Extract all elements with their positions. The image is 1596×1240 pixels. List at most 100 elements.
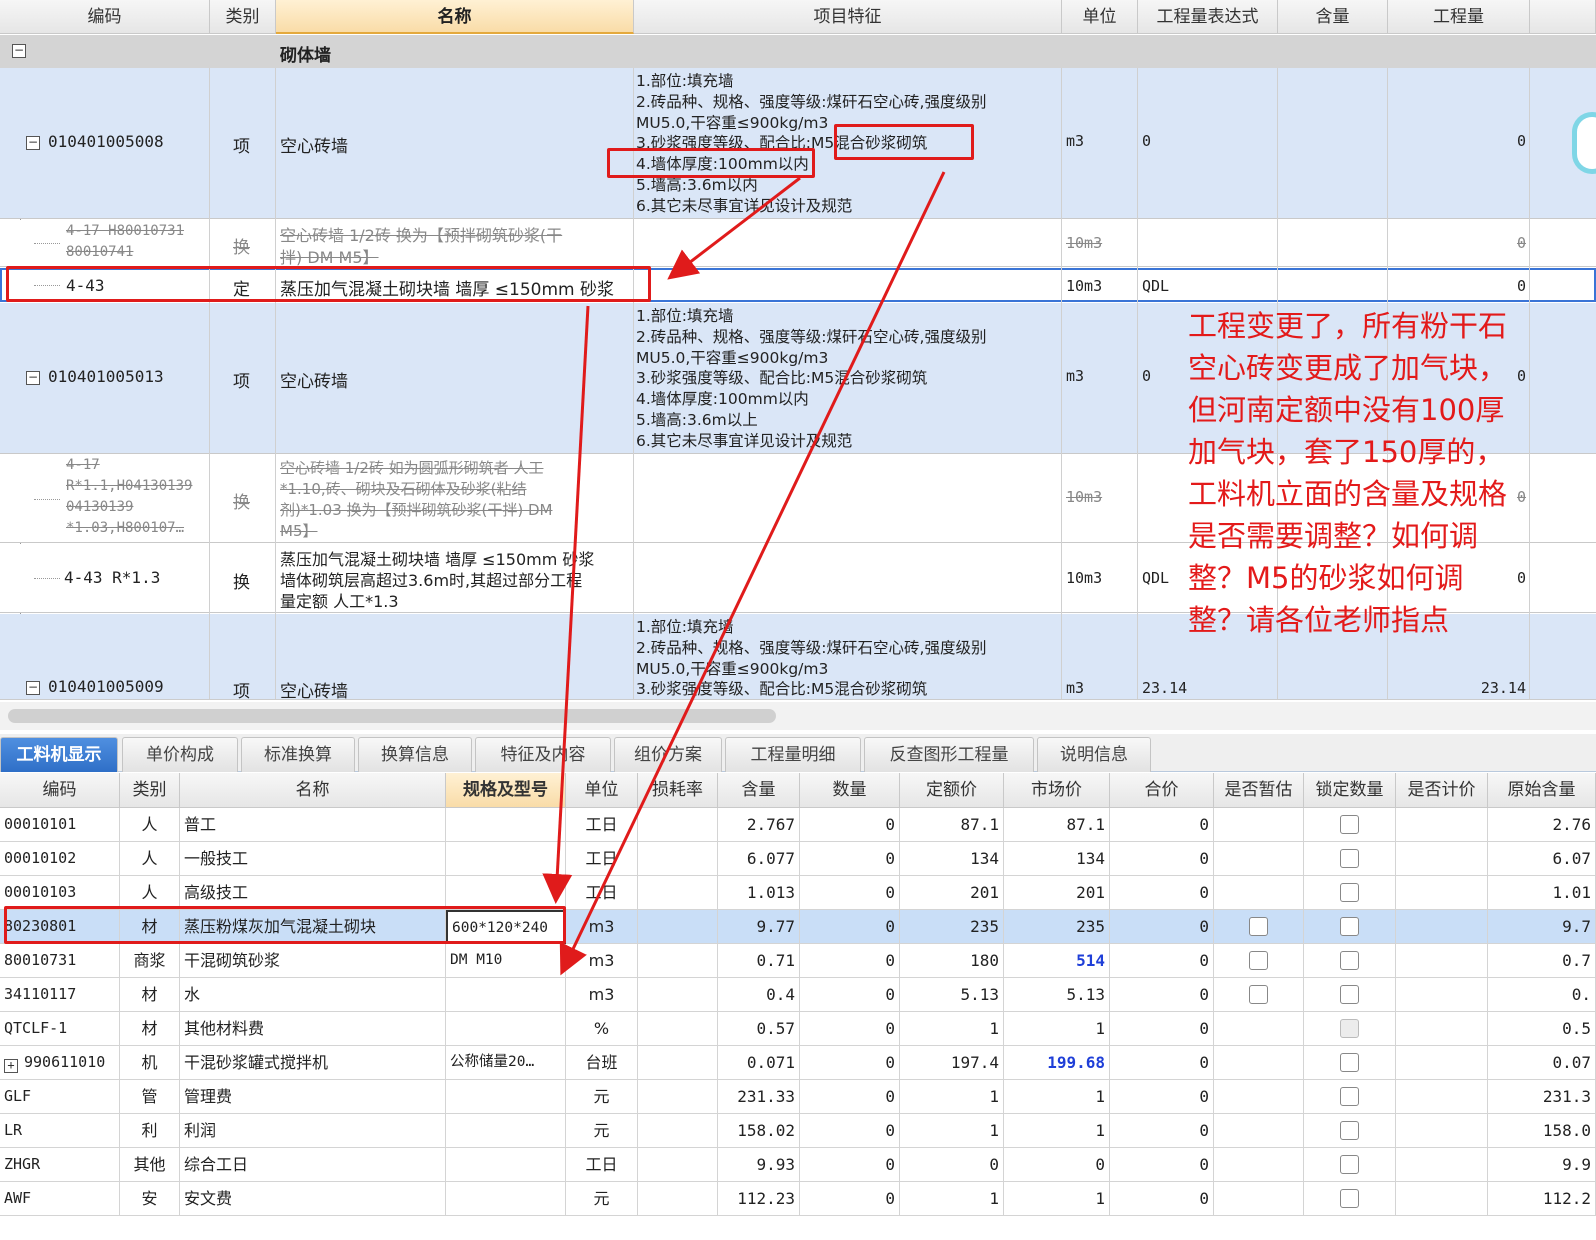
resource-row[interactable]: +990611010 机干混砂浆罐式搅拌机 公称储量20… 台班 0.071 0 197.4… [0,1046,1596,1080]
cell-content[interactable]: 112.23 [718,1182,800,1216]
resource-row[interactable]: 00010103 人高级技工 工日 1.013 0 201 201 0 1.01 [0,876,1596,910]
cell-content[interactable]: 1.013 [718,876,800,910]
cell-spec[interactable] [446,1080,566,1114]
cell-content[interactable]: 231.33 [718,1080,800,1114]
header-quantity[interactable]: 工程量 [1388,0,1530,34]
cell-content[interactable]: 9.93 [718,1148,800,1182]
lock-quantity-checkbox[interactable] [1340,1188,1359,1208]
tab-reverse-check[interactable]: 反查图形工程量 [864,737,1034,772]
bheader-type[interactable]: 类别 [120,773,180,808]
cell-prov[interactable] [1214,944,1304,978]
cell-lock[interactable] [1304,1012,1396,1046]
header-code[interactable]: 编码 [0,0,210,34]
row-expression[interactable]: 0 [1142,367,1151,385]
cell-prov[interactable] [1214,978,1304,1012]
cell-market[interactable]: 1 [1004,1114,1110,1148]
cell-lock[interactable] [1304,1080,1396,1114]
row-features[interactable]: 1.部位:填充墙 2.砖品种、规格、强度等级:煤矸石空心砖,强度级别 MU5.0… [636,306,986,452]
tab-features-content[interactable]: 特征及内容 [475,737,611,772]
cell-spec[interactable] [446,808,566,842]
row-name[interactable]: 空心砖墙 [280,677,348,699]
cell-content[interactable]: 0.4 [718,978,800,1012]
lock-quantity-checkbox[interactable] [1340,984,1359,1004]
lock-quantity-checkbox[interactable] [1340,916,1359,936]
cell-spec[interactable] [446,1182,566,1216]
cell-content[interactable]: 0.71 [718,944,800,978]
cell-spec[interactable] [446,842,566,876]
cell-prov[interactable] [1214,1148,1304,1182]
cell-prov[interactable] [1214,808,1304,842]
lock-quantity-checkbox[interactable] [1340,1154,1359,1174]
bheader-code[interactable]: 编码 [0,773,120,808]
bheader-name[interactable]: 名称 [180,773,446,808]
cell-lock[interactable] [1304,944,1396,978]
bheader-provisional[interactable]: 是否暂估 [1214,773,1304,808]
header-content[interactable]: 含量 [1278,0,1388,34]
cell-spec[interactable] [446,1012,566,1046]
cell-market[interactable]: 87.1 [1004,808,1110,842]
provisional-checkbox[interactable] [1249,984,1268,1004]
cell-lock[interactable] [1304,910,1396,944]
bheader-original-content[interactable]: 原始含量 [1488,773,1596,808]
bheader-quota-price[interactable]: 定额价 [900,773,1004,808]
cell-spec[interactable] [446,1148,566,1182]
cell-prov[interactable] [1214,1080,1304,1114]
lock-quantity-checkbox[interactable] [1340,1120,1359,1140]
header-type[interactable]: 类别 [210,0,276,34]
cell-content[interactable]: 0.071 [718,1046,800,1080]
cell-lock[interactable] [1304,1046,1396,1080]
lock-quantity-checkbox[interactable] [1340,1086,1359,1106]
header-name[interactable]: 名称 [276,0,634,34]
cell-lock[interactable] [1304,1182,1396,1216]
resource-row[interactable]: 00010101 人普工 工日 2.767 0 87.1 87.1 0 2.76 [0,808,1596,842]
cell-market[interactable]: 199.68 [1004,1046,1110,1080]
bheader-lock-quantity[interactable]: 锁定数量 [1304,773,1396,808]
cell-lock[interactable] [1304,1148,1396,1182]
bheader-count[interactable]: 数量 [800,773,900,808]
horizontal-scrollbar[interactable] [0,702,1596,730]
collapse-toggle-icon[interactable]: − [26,136,40,150]
cell-content[interactable]: 158.02 [718,1114,800,1148]
header-unit[interactable]: 单位 [1062,0,1138,34]
bheader-content[interactable]: 含量 [718,773,800,808]
header-expression[interactable]: 工程量表达式 [1138,0,1278,34]
bheader-market-price[interactable]: 市场价 [1004,773,1110,808]
lock-quantity-checkbox[interactable] [1340,1018,1359,1038]
lock-quantity-checkbox[interactable] [1340,814,1359,834]
tab-description[interactable]: 说明信息 [1037,737,1151,772]
cell-lock[interactable] [1304,808,1396,842]
cell-market[interactable]: 1 [1004,1182,1110,1216]
resource-row[interactable]: LR 利利润元 158.02 0 1 1 0 158.0 [0,1114,1596,1148]
cell-spec[interactable] [446,876,566,910]
cell-lock[interactable] [1304,876,1396,910]
tab-quantity-detail[interactable]: 工程量明细 [725,737,861,772]
cell-lock[interactable] [1304,1114,1396,1148]
lock-quantity-checkbox[interactable] [1340,1052,1359,1072]
resource-row[interactable]: AWF 安安文费元 112.23 0 1 1 0 112.2 [0,1182,1596,1216]
cell-lock[interactable] [1304,842,1396,876]
group-row-masonry[interactable]: − 砌体墙 [0,35,1596,68]
row-name[interactable]: 空心砖墙 [280,132,348,157]
cell-lock[interactable] [1304,978,1396,1012]
cell-content[interactable]: 9.77 [718,910,800,944]
lock-quantity-checkbox[interactable] [1340,882,1359,902]
resource-row[interactable]: 80010731 商浆 干混砌筑砂浆 DM M10 m3 0.71 0 180 514 0 0.7 [0,944,1596,978]
cell-spec[interactable]: DM M10 [446,944,566,978]
cell-content[interactable]: 6.077 [718,842,800,876]
header-features[interactable]: 项目特征 [634,0,1062,34]
row-expression[interactable]: 0 [1142,132,1151,150]
collapse-toggle-icon[interactable]: − [26,681,40,695]
cell-prov[interactable] [1214,1182,1304,1216]
cell-spec[interactable] [446,978,566,1012]
tab-labor-material-machine[interactable]: 工料机显示 [0,737,118,772]
cell-market[interactable]: 5.13 [1004,978,1110,1012]
lock-quantity-checkbox[interactable] [1340,950,1359,970]
row-features[interactable]: 1.部位:填充墙 2.砖品种、规格、强度等级:煤矸石空心砖,强度级别 MU5.0… [636,617,986,699]
cell-prov[interactable] [1214,910,1304,944]
cell-market[interactable]: 1 [1004,1080,1110,1114]
cell-market[interactable]: 1 [1004,1012,1110,1046]
bheader-spec[interactable]: 规格及型号 [446,773,566,808]
tab-conversion-info[interactable]: 换算信息 [358,737,472,772]
bheader-total[interactable]: 合价 [1110,773,1214,808]
cell-market[interactable]: 235 [1004,910,1110,944]
